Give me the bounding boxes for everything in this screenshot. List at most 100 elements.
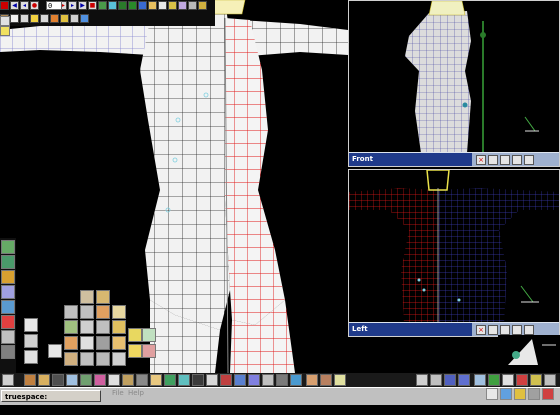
grid-icon[interactable] xyxy=(458,374,470,386)
navigation-widget[interactable] xyxy=(498,335,560,373)
tool-icon[interactable] xyxy=(2,374,14,386)
spline-icon[interactable] xyxy=(118,1,127,10)
tool-icon[interactable] xyxy=(334,374,346,386)
light-icon[interactable] xyxy=(512,324,522,335)
close-icon[interactable]: × xyxy=(476,324,486,335)
grid-icon[interactable] xyxy=(444,374,456,386)
tool-icon[interactable] xyxy=(108,374,120,386)
help-icon[interactable] xyxy=(486,388,498,400)
close-icon[interactable]: × xyxy=(476,154,486,165)
loop-icon[interactable]: ■ xyxy=(88,1,97,10)
forward-end-icon[interactable]: ▶ xyxy=(78,1,87,10)
tool-icon[interactable] xyxy=(80,374,92,386)
tool-icon[interactable] xyxy=(122,374,134,386)
yellow-dot-icon[interactable] xyxy=(0,26,10,36)
camera-icon[interactable] xyxy=(500,324,510,335)
cone-icon[interactable] xyxy=(148,1,157,10)
cube-icon[interactable] xyxy=(24,318,38,332)
tool-icon[interactable] xyxy=(1,255,15,269)
frame-number-field[interactable]: 0 xyxy=(46,1,62,10)
cube-icon[interactable] xyxy=(64,336,78,350)
cylinder-icon[interactable] xyxy=(112,320,126,334)
front-viewport[interactable]: Front × xyxy=(348,0,560,167)
record-icon[interactable]: ● xyxy=(30,1,39,10)
mask-icon[interactable] xyxy=(50,14,59,23)
zoom-icon[interactable] xyxy=(524,324,534,335)
coin-icon[interactable] xyxy=(198,1,207,10)
tool-icon[interactable] xyxy=(290,374,302,386)
cone-icon[interactable] xyxy=(96,305,110,319)
paint-icon[interactable] xyxy=(60,14,69,23)
lego-icon[interactable] xyxy=(96,290,110,304)
tool-icon[interactable] xyxy=(234,374,246,386)
cube-icon[interactable] xyxy=(80,320,94,334)
tool-icon[interactable] xyxy=(220,374,232,386)
model-icon[interactable] xyxy=(188,1,197,10)
fill-icon[interactable] xyxy=(80,14,89,23)
cube-icon[interactable] xyxy=(80,336,94,350)
stop-icon[interactable] xyxy=(0,1,9,10)
step-back-icon[interactable]: ◂ xyxy=(20,1,29,10)
view-icon[interactable] xyxy=(488,324,498,335)
layers-icon[interactable] xyxy=(178,1,187,10)
tool-icon[interactable] xyxy=(544,374,556,386)
hand-icon[interactable] xyxy=(80,290,94,304)
view-icon[interactable] xyxy=(488,154,498,165)
tool-icon[interactable] xyxy=(1,315,15,329)
tool-icon[interactable] xyxy=(430,374,442,386)
avatar-icon[interactable] xyxy=(306,374,318,386)
mesh-tool-icon[interactable] xyxy=(40,14,49,23)
tool-icon[interactable] xyxy=(24,374,36,386)
tool-icon[interactable] xyxy=(262,374,274,386)
cube-icon[interactable] xyxy=(24,334,38,348)
cube-icon[interactable] xyxy=(64,320,78,334)
red-dot-icon[interactable] xyxy=(0,16,10,26)
tray-icon[interactable] xyxy=(500,388,512,400)
tool-icon[interactable] xyxy=(488,374,500,386)
tool-icon[interactable] xyxy=(416,374,428,386)
tool-icon[interactable] xyxy=(530,374,542,386)
left-viewport[interactable]: Left × xyxy=(348,169,560,337)
sphere-icon[interactable] xyxy=(128,328,142,342)
camera-icon[interactable] xyxy=(500,154,510,165)
tool-icon[interactable] xyxy=(248,374,260,386)
tool-icon[interactable] xyxy=(516,374,528,386)
sphere-icon[interactable] xyxy=(142,328,156,342)
zoom-icon[interactable] xyxy=(524,154,534,165)
tool-icon[interactable] xyxy=(150,374,162,386)
path-icon[interactable] xyxy=(108,1,117,10)
cube-icon[interactable] xyxy=(96,336,110,350)
keyframe-icon[interactable] xyxy=(98,1,107,10)
rewind-icon[interactable]: ◀ xyxy=(10,1,19,10)
tool-icon[interactable] xyxy=(38,374,50,386)
cube-icon[interactable] xyxy=(96,320,110,334)
help-menu[interactable]: Help xyxy=(128,389,144,397)
tool-icon[interactable] xyxy=(276,374,288,386)
tool-icon[interactable] xyxy=(94,374,106,386)
cube-icon[interactable] xyxy=(80,305,94,319)
tool-icon[interactable] xyxy=(1,285,15,299)
cube-icon[interactable] xyxy=(48,344,62,358)
tray-icon[interactable] xyxy=(542,388,554,400)
cube-icon[interactable] xyxy=(112,336,126,350)
tray-icon[interactable] xyxy=(514,388,526,400)
select-icon[interactable] xyxy=(20,14,29,23)
light-icon[interactable] xyxy=(512,154,522,165)
tool-icon[interactable] xyxy=(1,270,15,284)
sphere-icon[interactable] xyxy=(112,305,126,319)
tool-icon[interactable] xyxy=(136,374,148,386)
brush-icon[interactable] xyxy=(70,14,79,23)
tray-icon[interactable] xyxy=(528,388,540,400)
object-tool-icon[interactable] xyxy=(30,14,39,23)
avatar-icon[interactable] xyxy=(320,374,332,386)
step-forward-icon[interactable]: ▸ xyxy=(68,1,77,10)
sphere-icon[interactable] xyxy=(138,1,147,10)
tool-icon[interactable] xyxy=(178,374,190,386)
tool-icon[interactable] xyxy=(192,374,204,386)
tool-icon[interactable] xyxy=(502,374,514,386)
folder-icon[interactable] xyxy=(168,1,177,10)
cube-icon[interactable] xyxy=(64,305,78,319)
tool-icon[interactable] xyxy=(1,330,15,344)
torch-icon[interactable] xyxy=(158,1,167,10)
file-menu[interactable]: File xyxy=(112,389,124,397)
